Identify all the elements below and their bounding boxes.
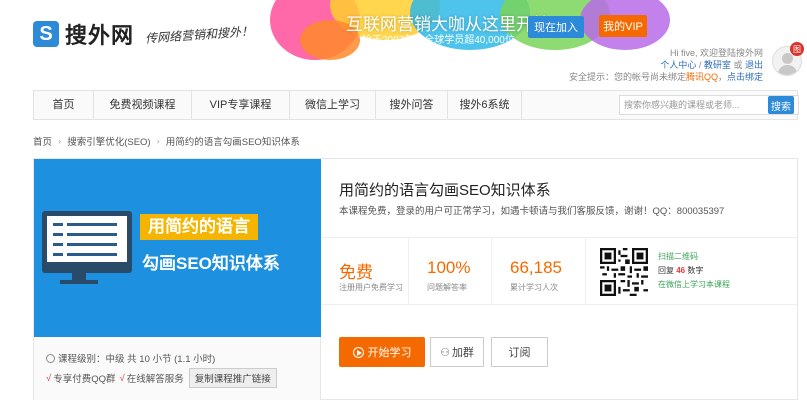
copy-link-button[interactable]: 复制课程推广链接: [188, 368, 277, 388]
monitor-screen: [47, 216, 127, 262]
screen-line: [53, 223, 63, 226]
monitor-icon: [42, 211, 132, 273]
start-learning-label: 开始学习: [367, 347, 412, 359]
teaching-room-link[interactable]: 教研室: [704, 60, 731, 70]
qr-line2-number: 46: [676, 266, 686, 275]
user-greeting: Hi five, 欢迎登陆搜外网: [669, 48, 763, 58]
course-description: 本课程免费，登录的用户可正常学习，如遇卡顿请与我们客服反馈，谢谢！QQ：8000…: [339, 206, 725, 217]
start-learning-button[interactable]: 开始学习: [339, 337, 425, 367]
chevron-right-icon: ›: [58, 135, 62, 147]
stat-answer-rate: 100% 问题解答率: [409, 238, 492, 304]
header: S 搜外网 传网络营销和搜外！ 互联网营销大咖从这里开始 始于2007年，全球学…: [0, 0, 807, 90]
cover-title-line2: 勾画SEO知识体系: [142, 254, 280, 273]
screen-line: [53, 243, 63, 246]
screen-line: [67, 253, 117, 256]
page: S 搜外网 传网络营销和搜外！ 互联网营销大咖从这里开始 始于2007年，全球学…: [0, 0, 807, 400]
qr-line1: 扫描二维码: [658, 252, 698, 261]
qr-code-icon: [600, 248, 648, 296]
stat-price: 免费 注册用户免费学习: [321, 238, 409, 304]
qr-line2-suffix: 数字: [687, 266, 704, 275]
service-online-answer: 在线解答服务: [126, 374, 184, 385]
security-warning: 安全提示：您的帐号尚未绑定腾讯QQ，点击绑定: [568, 72, 763, 82]
breadcrumb: 首页 › 搜索引擎优化(SEO) › 用简约的语言勾画SEO知识体系: [33, 134, 300, 149]
course-services: √ 专享付费QQ群 √ 在线解答服务 复制课程推广链接: [46, 368, 277, 388]
user-group-icon: ⚇: [440, 346, 450, 359]
course-panel: 用简约的语言 勾画SEO知识体系 课程级别：中级 共 10 小节 (1.1 小时…: [33, 158, 798, 400]
cover-title-line1: 用简约的语言: [140, 214, 258, 240]
screen-line: [67, 243, 117, 246]
nav-item-qa[interactable]: 搜外问答: [376, 91, 448, 119]
monitor-base: [60, 280, 98, 284]
check-icon: √: [119, 372, 125, 384]
bind-qq-text: 腾讯QQ: [685, 72, 718, 82]
user-info: Hi five, 欢迎登陆搜外网 个人中心 / 教研室 或 退出 安全提示：您的…: [569, 47, 763, 83]
check-icon: √: [46, 372, 52, 384]
slogan: 传网络营销和搜外！: [144, 24, 254, 46]
bind-now-link[interactable]: 点击绑定: [727, 72, 763, 82]
nav-item-home[interactable]: 首页: [34, 91, 94, 119]
logo-text: 搜外网: [65, 23, 135, 48]
stat-label: 问题解答率: [427, 283, 467, 292]
my-vip-button[interactable]: 我的VIP: [599, 15, 647, 37]
stat-value: 66,185: [510, 258, 562, 277]
subscribe-button[interactable]: 订阅: [491, 337, 548, 367]
join-group-button[interactable]: ⚇ 加群: [430, 337, 484, 367]
chevron-right-icon: ›: [156, 135, 160, 147]
course-detail: 用简约的语言勾画SEO知识体系 本课程免费，登录的用户可正常学习，如遇卡顿请与我…: [321, 159, 797, 399]
nav-item-vip[interactable]: VIP专享课程: [192, 91, 290, 119]
warning-text: 安全提示：您的帐号尚未绑定: [568, 72, 686, 82]
stat-value: 免费: [339, 263, 373, 282]
breadcrumb-category[interactable]: 搜索引擎优化(SEO): [67, 134, 150, 148]
course-cover[interactable]: 用简约的语言 勾画SEO知识体系: [34, 159, 321, 337]
join-now-button[interactable]: 现在加入: [528, 16, 584, 38]
course-stats: 免费 注册用户免费学习 100% 问题解答率 66,185 累计学习人次 扫描二…: [321, 237, 797, 305]
nav-item-wechat[interactable]: 微信上学习: [290, 91, 376, 119]
user-links: 个人中心 / 教研室 或 退出: [660, 60, 763, 70]
breadcrumb-current: 用简约的语言勾画SEO知识体系: [165, 137, 300, 148]
nav-item-system[interactable]: 搜外6系统: [448, 91, 522, 119]
notification-badge[interactable]: 图: [790, 42, 804, 56]
logo-mark: S: [33, 21, 59, 47]
screen-line: [53, 233, 63, 236]
avatar-head-shape: [782, 53, 793, 64]
course-title: 用简约的语言勾画SEO知识体系: [339, 182, 551, 199]
stat-label: 累计学习人次: [510, 283, 558, 292]
service-qq-group: 专享付费QQ群: [53, 374, 116, 385]
course-level-text: 课程级别：中级 共 10 小节 (1.1 小时): [58, 354, 216, 365]
stat-value: 100%: [427, 258, 471, 277]
qr-line2: 回复 46 数字: [658, 264, 730, 278]
screen-line: [67, 233, 117, 236]
search-button[interactable]: 搜索: [768, 96, 794, 114]
main-nav: 首页 免费视频课程 VIP专享课程 微信上学习 搜外问答 搜外6系统 搜索你感兴…: [33, 90, 799, 120]
screen-line: [53, 253, 63, 256]
promo-subtitle: 始于2007年，全球学员超40,000位: [362, 35, 515, 46]
personal-center-link[interactable]: 个人中心: [660, 60, 696, 70]
or-text: 或: [733, 60, 743, 70]
nav-item-free-video[interactable]: 免费视频课程: [94, 91, 192, 119]
stat-label: 注册用户免费学习: [339, 283, 403, 292]
join-group-label: 加群: [451, 347, 474, 359]
avatar-body-shape: [778, 65, 797, 75]
course-meta: 课程级别：中级 共 10 小节 (1.1 小时) √ 专享付费QQ群 √ 在线解…: [34, 337, 321, 400]
logo[interactable]: S 搜外网: [33, 18, 134, 50]
course-level: 课程级别：中级 共 10 小节 (1.1 小时): [46, 351, 215, 365]
qr-line2-prefix: 回复: [658, 266, 674, 275]
screen-line: [67, 223, 117, 226]
qr-instructions: 扫描二维码 回复 46 数字 在微信上学习本课程: [658, 250, 730, 292]
stat-learners: 66,185 累计学习人次: [492, 238, 586, 304]
play-icon: [352, 346, 364, 358]
qr-line3: 在微信上学习本课程: [658, 280, 730, 289]
breadcrumb-home[interactable]: 首页: [33, 134, 52, 148]
clock-icon: [46, 354, 55, 363]
logout-link[interactable]: 退出: [745, 60, 763, 70]
